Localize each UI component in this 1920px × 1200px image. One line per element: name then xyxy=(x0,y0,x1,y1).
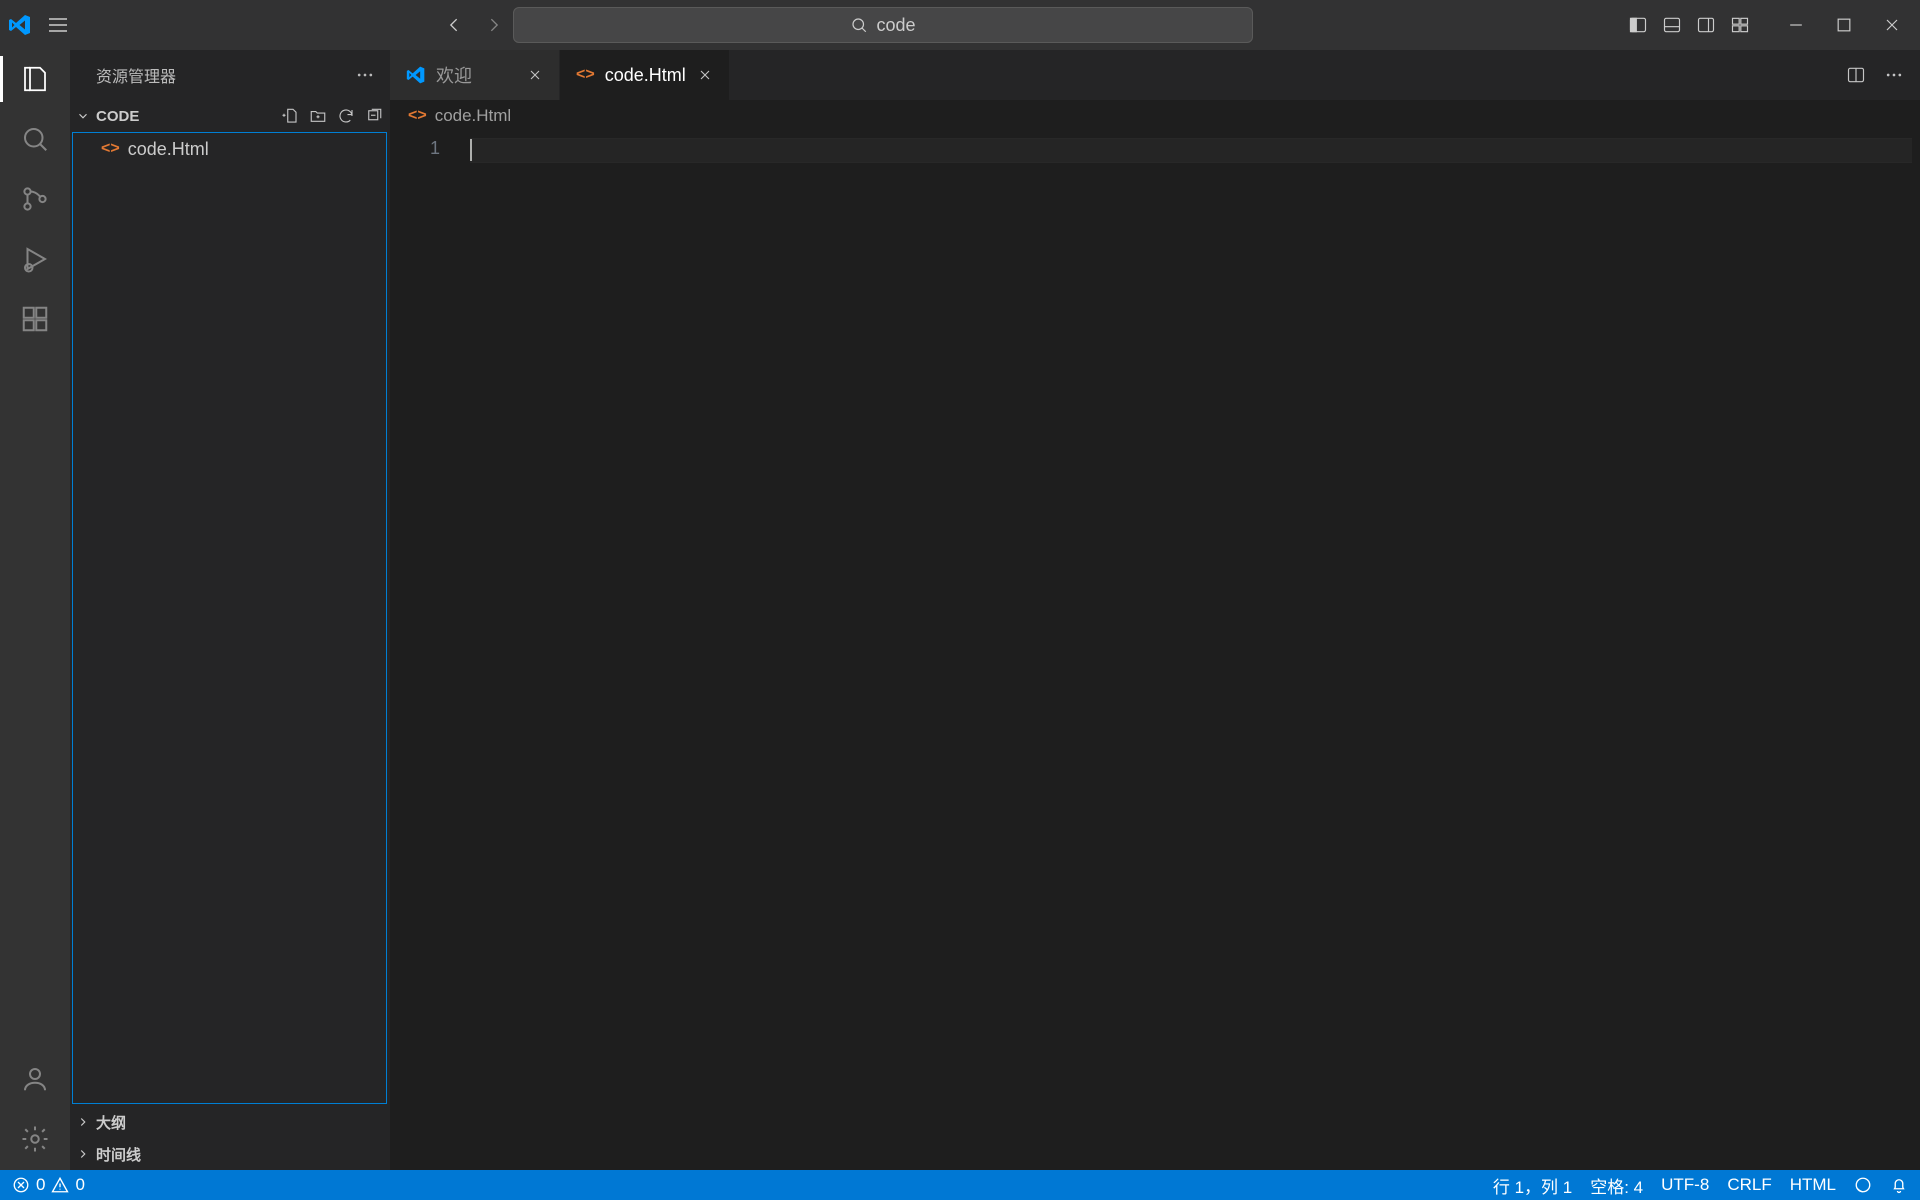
outline-label: 大纲 xyxy=(96,1112,126,1133)
chevron-right-icon xyxy=(76,1115,90,1129)
command-center-search[interactable]: code xyxy=(513,7,1253,43)
vscode-logo-icon xyxy=(8,13,32,37)
tab-code-html[interactable]: <> code.Html xyxy=(560,50,730,100)
refresh-icon[interactable] xyxy=(337,107,355,125)
search-text: code xyxy=(876,15,915,36)
window-maximize-icon[interactable] xyxy=(1834,15,1854,35)
vscode-logo-icon xyxy=(406,65,426,85)
status-notifications-icon[interactable] xyxy=(1890,1176,1908,1194)
nav-back-icon[interactable] xyxy=(445,15,465,35)
activity-bar xyxy=(0,50,70,1170)
editor-more-icon[interactable] xyxy=(1884,65,1904,85)
folder-name: CODE xyxy=(96,108,275,125)
editor-text-area[interactable] xyxy=(470,132,1912,1170)
error-count: 0 xyxy=(36,1175,45,1195)
chevron-right-icon xyxy=(76,1147,90,1161)
tab-label: 欢迎 xyxy=(436,62,472,88)
activity-search-icon[interactable] xyxy=(18,122,52,156)
status-feedback-icon[interactable] xyxy=(1854,1176,1872,1194)
tab-close-icon[interactable] xyxy=(527,67,543,83)
status-eol[interactable]: CRLF xyxy=(1727,1175,1771,1195)
window-close-icon[interactable] xyxy=(1882,15,1902,35)
status-problems[interactable]: 0 0 xyxy=(12,1175,85,1195)
status-bar: 0 0 行 1，列 1 空格: 4 UTF-8 CRLF HTML xyxy=(0,1170,1920,1200)
toggle-secondary-sidebar-icon[interactable] xyxy=(1696,15,1716,35)
timeline-section-header[interactable]: 时间线 xyxy=(70,1138,389,1170)
html-file-icon: <> xyxy=(576,66,595,84)
editor-group: 欢迎 <> code.Html <> code.Html 1 xyxy=(390,50,1920,1170)
folder-section-header[interactable]: CODE xyxy=(70,100,389,132)
chevron-down-icon xyxy=(76,109,90,123)
split-editor-icon[interactable] xyxy=(1846,65,1866,85)
tab-label: code.Html xyxy=(605,65,686,86)
line-number: 1 xyxy=(390,138,440,159)
toggle-panel-icon[interactable] xyxy=(1662,15,1682,35)
line-number-gutter: 1 xyxy=(390,132,470,1170)
new-file-icon[interactable] xyxy=(281,107,299,125)
status-cursor-position[interactable]: 行 1，列 1 xyxy=(1493,1173,1572,1198)
tab-close-icon[interactable] xyxy=(697,67,713,83)
search-icon xyxy=(850,16,868,34)
file-tree-item[interactable]: <> code.Html xyxy=(73,133,386,165)
activity-accounts-icon[interactable] xyxy=(18,1062,52,1096)
activity-run-debug-icon[interactable] xyxy=(18,242,52,276)
file-tree: <> code.Html xyxy=(72,132,387,1104)
activity-settings-gear-icon[interactable] xyxy=(18,1122,52,1156)
status-language[interactable]: HTML xyxy=(1790,1175,1836,1195)
tab-welcome[interactable]: 欢迎 xyxy=(390,50,560,100)
nav-forward-icon[interactable] xyxy=(483,15,503,35)
warning-count: 0 xyxy=(75,1175,84,1195)
sidebar-title: 资源管理器 xyxy=(96,63,176,87)
explorer-sidebar: 资源管理器 CODE <> code.Html 大纲 xyxy=(70,50,390,1170)
text-cursor xyxy=(470,139,472,161)
window-minimize-icon[interactable] xyxy=(1786,15,1806,35)
html-file-icon: <> xyxy=(408,107,427,125)
toggle-primary-sidebar-icon[interactable] xyxy=(1628,15,1648,35)
file-name: code.Html xyxy=(128,139,209,160)
activity-extensions-icon[interactable] xyxy=(18,302,52,336)
timeline-label: 时间线 xyxy=(96,1144,141,1165)
warning-icon xyxy=(51,1176,69,1194)
status-indentation[interactable]: 空格: 4 xyxy=(1590,1173,1643,1198)
html-file-icon: <> xyxy=(101,140,120,158)
customize-layout-icon[interactable] xyxy=(1730,15,1750,35)
hamburger-menu-icon[interactable] xyxy=(46,13,70,37)
status-encoding[interactable]: UTF-8 xyxy=(1661,1175,1709,1195)
title-bar: code xyxy=(0,0,1920,50)
new-folder-icon[interactable] xyxy=(309,107,327,125)
activity-source-control-icon[interactable] xyxy=(18,182,52,216)
minimap[interactable] xyxy=(1912,132,1920,1170)
outline-section-header[interactable]: 大纲 xyxy=(70,1106,389,1138)
sidebar-more-icon[interactable] xyxy=(355,65,375,85)
editor-tabs: 欢迎 <> code.Html xyxy=(390,50,1920,100)
collapse-all-icon[interactable] xyxy=(365,107,383,125)
breadcrumb[interactable]: <> code.Html xyxy=(390,100,1920,132)
activity-explorer-icon[interactable] xyxy=(18,62,52,96)
error-icon xyxy=(12,1176,30,1194)
breadcrumb-file: code.Html xyxy=(435,106,512,126)
